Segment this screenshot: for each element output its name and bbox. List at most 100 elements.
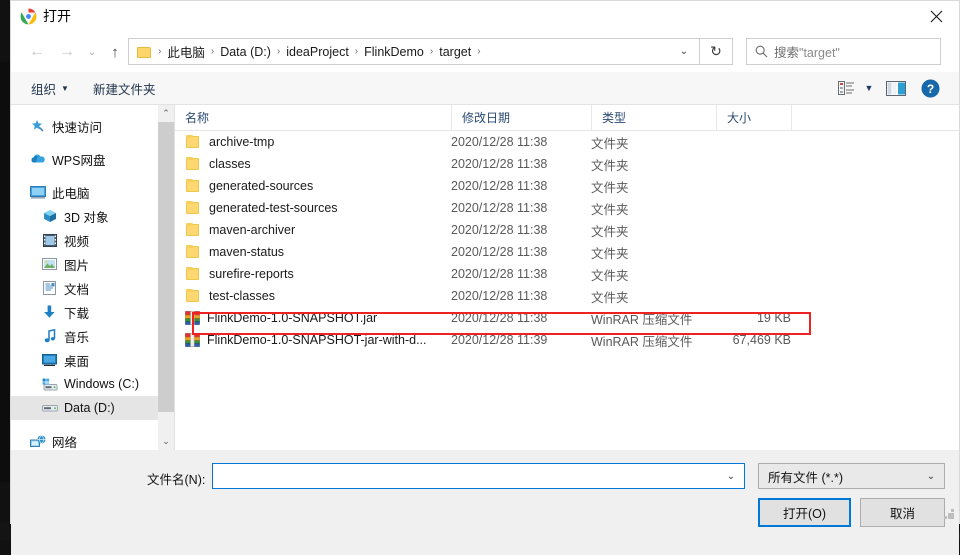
breadcrumb-separator: › [210, 46, 215, 57]
preview-pane-icon[interactable] [879, 72, 913, 104]
file-name-cell: classes [185, 156, 251, 172]
file-type-cell: 文件夹 [591, 224, 629, 239]
new-folder-label: 新建文件夹 [93, 83, 156, 97]
sidebar-item-quick-access[interactable]: 快速访问 [11, 114, 158, 138]
winrar-icon [185, 311, 200, 325]
folder-icon [185, 178, 202, 194]
chevron-down-icon[interactable]: ⌄ [718, 464, 744, 488]
table-row[interactable]: generated-test-sources 2020/12/28 11:38 … [175, 197, 959, 219]
chevron-down-icon[interactable]: ▼ [859, 72, 879, 104]
breadcrumb[interactable]: › 此电脑 › Data (D:) › ideaProject › FlinkD… [128, 38, 700, 65]
desktop-left-strip [0, 62, 10, 482]
sidebar-scrollbar[interactable]: ⌃ ⌄ [158, 105, 174, 450]
column-header-type[interactable]: 类型 [591, 105, 716, 130]
sidebar-item-documents[interactable]: 文档 [11, 276, 158, 300]
sidebar-item-this-pc[interactable]: 此电脑 [11, 180, 158, 204]
table-row[interactable]: maven-archiver 2020/12/28 11:38 文件夹 [175, 219, 959, 241]
network-icon [29, 433, 46, 449]
refresh-icon[interactable]: ↻ [700, 38, 733, 65]
sidebar-item-desktop[interactable]: 桌面 [11, 348, 158, 372]
view-options-icon[interactable] [833, 72, 859, 104]
breadcrumb-item-0[interactable]: 此电脑 [164, 42, 208, 61]
breadcrumb-item-3[interactable]: FlinkDemo [361, 45, 427, 59]
file-date-cell: 2020/12/28 11:38 [451, 223, 548, 237]
sidebar-item-network[interactable]: 网络 [11, 429, 158, 450]
table-row[interactable]: maven-status 2020/12/28 11:38 文件夹 [175, 241, 959, 263]
scroll-up-icon[interactable]: ⌃ [158, 105, 174, 122]
dialog-title: 打开 [43, 8, 71, 24]
column-header-date[interactable]: 修改日期 [451, 105, 591, 130]
column-header-blank [791, 105, 911, 130]
sidebar-item-videos[interactable]: 视频 [11, 228, 158, 252]
file-date-cell: 2020/12/28 11:38 [451, 135, 548, 149]
column-header-size[interactable]: 大小 [716, 105, 791, 130]
command-bar: 组织 ▼ 新建文件夹 ▼ ? [11, 72, 959, 105]
file-name-cell: generated-test-sources [185, 200, 338, 216]
sidebar-item-windows-c[interactable]: Windows (C:) [11, 372, 158, 396]
file-date-cell: 2020/12/28 11:38 [451, 245, 548, 259]
file-name-cell: maven-archiver [185, 222, 295, 238]
file-type-cell: 文件夹 [591, 158, 629, 173]
column-headers: 名称 ⌃ 修改日期 类型 大小 [175, 105, 959, 131]
file-type-cell: WinRAR 压缩文件 [591, 312, 693, 327]
sidebar-item-label: 此电脑 [52, 186, 90, 201]
cancel-button[interactable]: 取消 [860, 498, 945, 527]
breadcrumb-separator: › [429, 46, 434, 57]
recent-locations-icon[interactable]: ⌄ [83, 41, 101, 63]
table-row[interactable]: FlinkDemo-1.0-SNAPSHOT-jar-with-d... 202… [175, 329, 959, 351]
organize-button[interactable]: 组织 ▼ [31, 79, 69, 98]
organize-label: 组织 [31, 83, 57, 97]
breadcrumb-item-4[interactable]: target [436, 45, 474, 59]
navigation-bar: ← → ⌄ ↑ › 此电脑 › Data (D:) › ideaProject … [11, 32, 959, 72]
open-button[interactable]: 打开(O) [758, 498, 851, 527]
scroll-down-icon[interactable]: ⌄ [158, 433, 174, 450]
folder-icon [185, 266, 202, 282]
help-icon[interactable]: ? [913, 72, 947, 104]
file-type-cell: 文件夹 [591, 290, 629, 305]
table-row[interactable]: surefire-reports 2020/12/28 11:38 文件夹 [175, 263, 959, 285]
resize-grip[interactable] [944, 509, 954, 519]
table-row[interactable]: FlinkDemo-1.0-SNAPSHOT.jar 2020/12/28 11… [175, 307, 959, 329]
breadcrumb-item-1[interactable]: Data (D:) [217, 45, 274, 59]
new-folder-button[interactable]: 新建文件夹 [93, 79, 156, 98]
sidebar-item-data-d[interactable]: Data (D:) [11, 396, 158, 420]
navigation-sidebar: 快速访问 WPS网盘 此电脑 3D 对象 视频 图片 文档 下载 音乐 桌面 W… [11, 105, 158, 450]
scrollbar-thumb[interactable] [158, 122, 174, 412]
breadcrumb-separator: › [158, 46, 162, 57]
sidebar-item-downloads[interactable]: 下载 [11, 300, 158, 324]
sidebar-item-label: WPS网盘 [52, 153, 106, 168]
forward-icon[interactable]: → [55, 41, 79, 63]
file-name-cell: FlinkDemo-1.0-SNAPSHOT-jar-with-d... [185, 333, 427, 347]
back-icon[interactable]: ← [25, 41, 49, 63]
sidebar-item-wps-cloud[interactable]: WPS网盘 [11, 147, 158, 171]
breadcrumb-separator: › [477, 46, 481, 57]
filetype-select[interactable]: 所有文件 (*.*) ⌄ [758, 463, 945, 489]
sidebar-item-label: Windows (C:) [64, 377, 140, 391]
sidebar-item-label: 快速访问 [52, 120, 103, 135]
filename-input[interactable]: ⌄ [212, 463, 745, 489]
table-row[interactable]: generated-sources 2020/12/28 11:38 文件夹 [175, 175, 959, 197]
file-type-cell: 文件夹 [591, 136, 629, 151]
chevron-down-icon: ▼ [61, 84, 69, 93]
document-icon [41, 280, 58, 296]
up-icon[interactable]: ↑ [103, 41, 127, 63]
chevron-down-icon: ⌄ [926, 470, 936, 482]
breadcrumb-item-2[interactable]: ideaProject [283, 45, 352, 59]
windows-drive-icon [41, 376, 58, 392]
table-row[interactable]: test-classes 2020/12/28 11:38 文件夹 [175, 285, 959, 307]
table-row[interactable]: archive-tmp 2020/12/28 11:38 文件夹 [175, 131, 959, 153]
file-type-cell: 文件夹 [591, 202, 629, 217]
folder-icon [185, 134, 202, 150]
search-input[interactable]: 搜索"target" [746, 38, 941, 65]
sidebar-item-pictures[interactable]: 图片 [11, 252, 158, 276]
column-header-name[interactable]: 名称 ⌃ [175, 105, 451, 130]
chevron-down-icon[interactable]: ⌄ [670, 39, 698, 64]
file-date-cell: 2020/12/28 11:38 [451, 179, 548, 193]
sidebar-item-3d-objects[interactable]: 3D 对象 [11, 204, 158, 228]
sidebar-item-music[interactable]: 音乐 [11, 324, 158, 348]
file-date-cell: 2020/12/28 11:39 [451, 333, 548, 347]
close-icon[interactable] [913, 1, 959, 32]
file-date-cell: 2020/12/28 11:38 [451, 201, 548, 215]
sort-ascending-icon: ⌃ [360, 105, 368, 111]
table-row[interactable]: classes 2020/12/28 11:38 文件夹 [175, 153, 959, 175]
